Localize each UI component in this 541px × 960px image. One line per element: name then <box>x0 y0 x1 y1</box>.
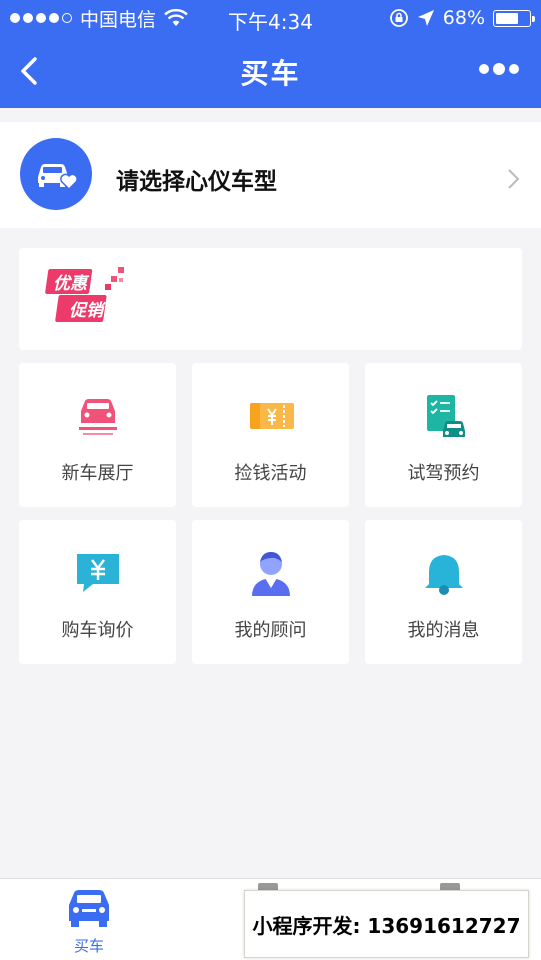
tile-label: 试驾预约 <box>407 463 480 484</box>
status-bar: 中国电信 下午4:34 68% <box>0 0 541 36</box>
battery-icon <box>493 9 535 27</box>
tile-label: 捡钱活动 <box>234 463 307 484</box>
tile-new-car-showroom[interactable]: 新车展厅 <box>19 363 176 507</box>
tile-label: 新车展厅 <box>61 463 134 484</box>
promo-card[interactable]: 优惠 促销 <box>19 248 522 350</box>
tile-test-drive[interactable]: 试驾预约 <box>365 363 522 507</box>
tile-label: 我的消息 <box>407 620 480 641</box>
yuan-chat-icon <box>77 554 119 592</box>
developer-contact-overlay: 小程序开发: 13691612727 <box>244 890 529 958</box>
coupon-yuan-icon <box>250 403 294 429</box>
tab-buy-car[interactable]: 买车 <box>50 885 128 956</box>
select-car-label: 请选择心仪车型 <box>116 169 277 195</box>
advisor-icon <box>252 552 290 596</box>
more-options-icon[interactable] <box>479 63 519 75</box>
checklist-car-icon <box>427 395 465 437</box>
nav-bar: 买车 <box>0 36 541 108</box>
tile-my-messages[interactable]: 我的消息 <box>365 520 522 664</box>
promo-logo: 优惠 促销 <box>45 267 124 322</box>
select-car-row[interactable]: 请选择心仪车型 <box>0 122 541 228</box>
tab-label: 买车 <box>73 937 104 955</box>
tile-label: 我的顾问 <box>234 620 307 641</box>
tile-cash-activity[interactable]: 捡钱活动 <box>192 363 349 507</box>
chevron-right-icon <box>508 169 520 189</box>
car-heart-icon <box>20 138 92 210</box>
car-front-icon <box>79 399 117 435</box>
svg-text:促销: 促销 <box>69 301 107 321</box>
back-arrow-icon[interactable] <box>14 54 48 88</box>
tile-my-advisor[interactable]: 我的顾问 <box>192 520 349 664</box>
tile-price-inquiry[interactable]: 购车询价 <box>19 520 176 664</box>
tile-label: 购车询价 <box>61 620 134 641</box>
svg-text:优惠: 优惠 <box>53 274 90 294</box>
page-title: 买车 <box>240 57 301 90</box>
clock: 下午4:34 <box>228 10 313 34</box>
top-bar: 中国电信 下午4:34 68% 买车 <box>0 0 541 108</box>
car-icon <box>69 890 109 927</box>
bell-icon <box>425 555 463 595</box>
